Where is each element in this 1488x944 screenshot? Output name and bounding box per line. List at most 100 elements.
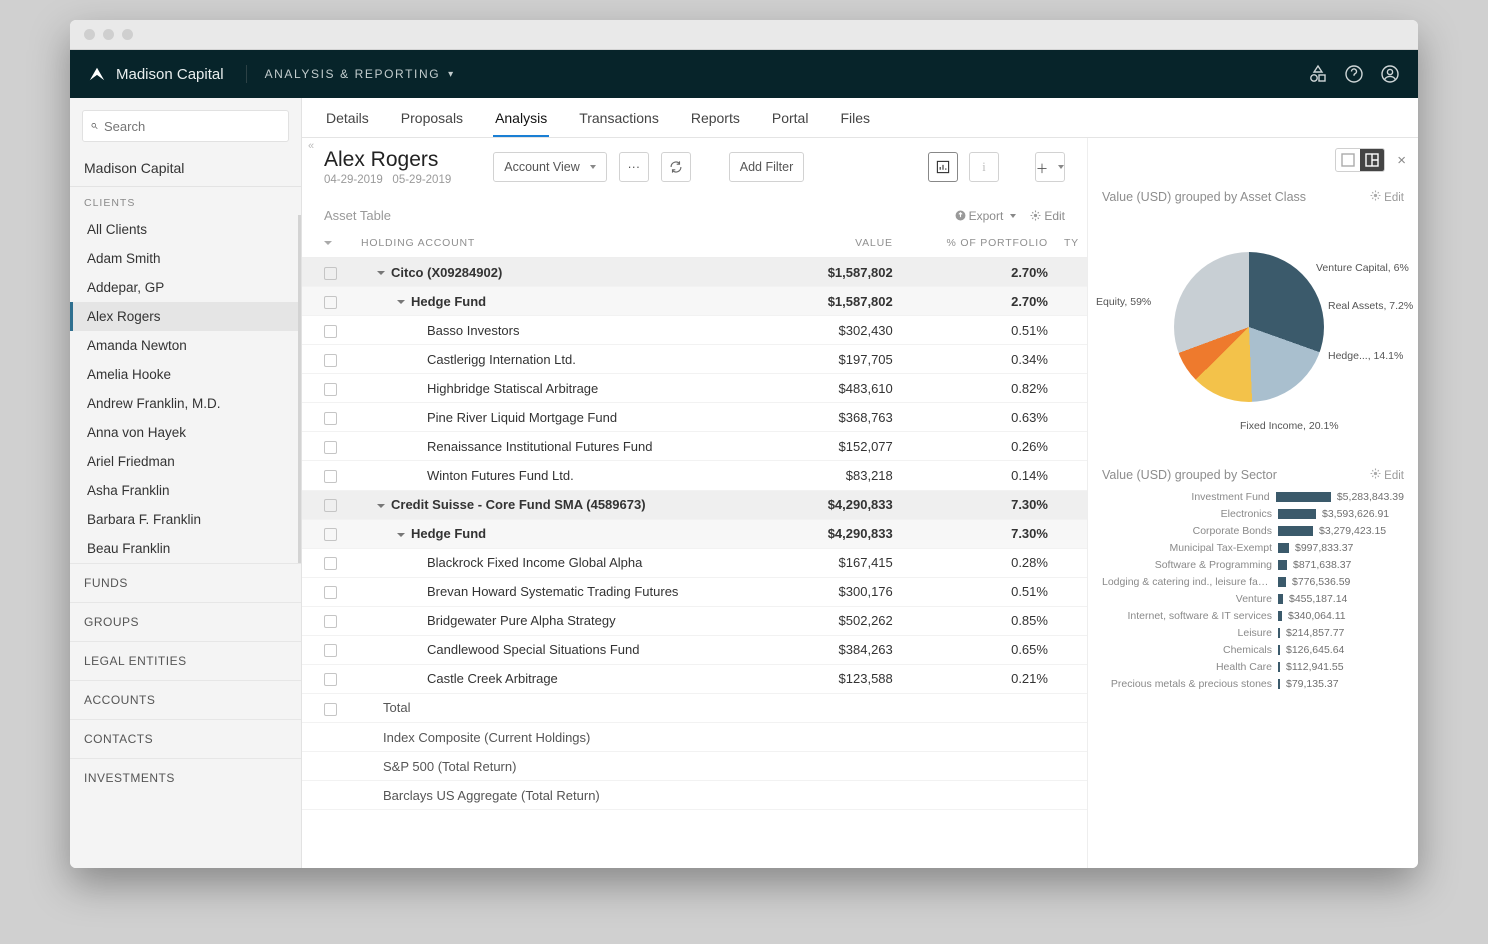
row-checkbox[interactable] (324, 325, 337, 338)
collapse-handle-icon[interactable]: « (308, 140, 314, 152)
sidebar-client-item[interactable]: Anna von Hayek (70, 418, 298, 447)
sidebar-category[interactable]: FUNDS (70, 563, 301, 602)
col-value[interactable]: VALUE (794, 227, 901, 258)
sidebar-client-item[interactable]: Asha Franklin (70, 476, 298, 505)
layout-single[interactable] (1336, 149, 1360, 171)
table-row[interactable]: Citco (X09284902)$1,587,8022.70% (302, 258, 1087, 287)
export-button[interactable]: Export (955, 209, 1017, 223)
client-title-block: Alex Rogers 04-29-2019 05-29-2019 (324, 148, 451, 186)
refresh-button[interactable] (661, 152, 691, 182)
sidebar-client-item[interactable]: Amelia Hooke (70, 360, 298, 389)
search-input-wrap[interactable] (82, 110, 289, 142)
row-checkbox[interactable] (324, 499, 337, 512)
table-row[interactable]: Hedge Fund$1,587,8022.70% (302, 287, 1087, 316)
sidebar-client-item[interactable]: Addepar, GP (70, 273, 298, 302)
user-icon[interactable] (1380, 64, 1400, 84)
brand[interactable]: Madison Capital (88, 65, 247, 83)
table-row[interactable]: Blackrock Fixed Income Global Alpha$167,… (302, 548, 1087, 577)
sidebar-client-item[interactable]: Alex Rogers (70, 302, 298, 331)
search-input[interactable] (104, 119, 280, 134)
expand-toggle-icon[interactable] (397, 300, 405, 304)
tab-details[interactable]: Details (324, 110, 371, 137)
sidebar-client-item[interactable]: Barbara F. Franklin (70, 505, 298, 534)
sidebar-client-item[interactable]: Adam Smith (70, 244, 298, 273)
more-button[interactable]: ··· (619, 152, 649, 182)
row-checkbox[interactable] (324, 673, 337, 686)
tab-files[interactable]: Files (838, 110, 872, 137)
traffic-light-min[interactable] (103, 29, 114, 40)
row-checkbox[interactable] (324, 528, 337, 541)
table-row[interactable]: Highbridge Statiscal Arbitrage$483,6100.… (302, 374, 1087, 403)
table-row[interactable]: Bridgewater Pure Alpha Strategy$502,2620… (302, 606, 1087, 635)
table-row[interactable]: Candlewood Special Situations Fund$384,2… (302, 635, 1087, 664)
view-toggle-info[interactable]: i (969, 152, 999, 182)
table-row[interactable]: Credit Suisse - Core Fund SMA (4589673)$… (302, 490, 1087, 519)
row-checkbox[interactable] (324, 296, 337, 309)
table-footer-row[interactable]: Barclays US Aggregate (Total Return) (302, 781, 1087, 810)
sidebar-category[interactable]: LEGAL ENTITIES (70, 641, 301, 680)
row-checkbox[interactable] (324, 644, 337, 657)
col-pct[interactable]: % OF PORTFOLIO (901, 227, 1056, 258)
expand-toggle-icon[interactable] (377, 504, 385, 508)
row-checkbox[interactable] (324, 557, 337, 570)
org-link[interactable]: Madison Capital (70, 152, 301, 186)
view-toggle-chart[interactable] (928, 152, 958, 182)
add-filter-button[interactable]: Add Filter (729, 152, 805, 182)
table-row[interactable]: Winton Futures Fund Ltd.$83,2180.14% (302, 461, 1087, 490)
sidebar-category[interactable]: CONTACTS (70, 719, 301, 758)
sidebar-client-item[interactable]: Ariel Friedman (70, 447, 298, 476)
layout-split[interactable] (1360, 149, 1384, 171)
gear-icon (1030, 210, 1041, 221)
tab-proposals[interactable]: Proposals (399, 110, 465, 137)
bar-edit-button[interactable]: Edit (1370, 468, 1404, 482)
col-type[interactable]: TY (1056, 227, 1087, 258)
section-nav[interactable]: ANALYSIS & REPORTING ▾ (265, 67, 455, 81)
shapes-icon[interactable] (1308, 64, 1328, 84)
tab-reports[interactable]: Reports (689, 110, 742, 137)
row-checkbox[interactable] (324, 383, 337, 396)
pie-edit-button[interactable]: Edit (1370, 190, 1404, 204)
row-checkbox[interactable] (324, 470, 337, 483)
chevron-down-icon: ▾ (448, 69, 455, 80)
add-widget-button[interactable]: ＋ (1035, 152, 1065, 182)
sidebar-category[interactable]: INVESTMENTS (70, 758, 301, 797)
expand-toggle-icon[interactable] (377, 271, 385, 275)
table-row[interactable]: Castlerigg Internation Ltd.$197,7050.34% (302, 345, 1087, 374)
upload-icon (955, 210, 966, 221)
table-row[interactable]: Pine River Liquid Mortgage Fund$368,7630… (302, 403, 1087, 432)
row-checkbox[interactable] (324, 354, 337, 367)
table-row[interactable]: Renaissance Institutional Futures Fund$1… (302, 432, 1087, 461)
tab-analysis[interactable]: Analysis (493, 110, 549, 137)
table-row[interactable]: Hedge Fund$4,290,8337.30% (302, 519, 1087, 548)
table-row[interactable]: Brevan Howard Systematic Trading Futures… (302, 577, 1087, 606)
sidebar-client-item[interactable]: Andrew Franklin, M.D. (70, 389, 298, 418)
table-footer-row[interactable]: S&P 500 (Total Return) (302, 752, 1087, 781)
sidebar-category[interactable]: GROUPS (70, 602, 301, 641)
col-holding[interactable]: HOLDING ACCOUNT (353, 227, 794, 258)
table-edit-button[interactable]: Edit (1030, 209, 1065, 223)
tab-portal[interactable]: Portal (770, 110, 811, 137)
view-select[interactable]: Account View (493, 152, 607, 182)
expand-toggle-icon[interactable] (324, 241, 332, 245)
row-checkbox[interactable] (324, 412, 337, 425)
row-checkbox[interactable] (324, 615, 337, 628)
table-footer-row[interactable]: Total (302, 693, 1087, 722)
traffic-light-close[interactable] (84, 29, 95, 40)
expand-toggle-icon[interactable] (397, 533, 405, 537)
traffic-light-max[interactable] (122, 29, 133, 40)
row-checkbox[interactable] (324, 441, 337, 454)
sidebar-client-item[interactable]: Beau Franklin (70, 534, 298, 563)
panel-layout-toggle[interactable] (1335, 148, 1385, 172)
row-checkbox[interactable] (324, 586, 337, 599)
table-row[interactable]: Basso Investors$302,4300.51% (302, 316, 1087, 345)
close-panel-icon[interactable]: × (1397, 152, 1406, 169)
tab-transactions[interactable]: Transactions (577, 110, 661, 137)
sidebar-category[interactable]: ACCOUNTS (70, 680, 301, 719)
row-checkbox[interactable] (324, 703, 337, 716)
table-footer-row[interactable]: Index Composite (Current Holdings) (302, 723, 1087, 752)
sidebar-client-item[interactable]: All Clients (70, 215, 298, 244)
table-row[interactable]: Castle Creek Arbitrage$123,5880.21% (302, 664, 1087, 693)
sidebar-client-item[interactable]: Amanda Newton (70, 331, 298, 360)
help-icon[interactable] (1344, 64, 1364, 84)
row-checkbox[interactable] (324, 267, 337, 280)
